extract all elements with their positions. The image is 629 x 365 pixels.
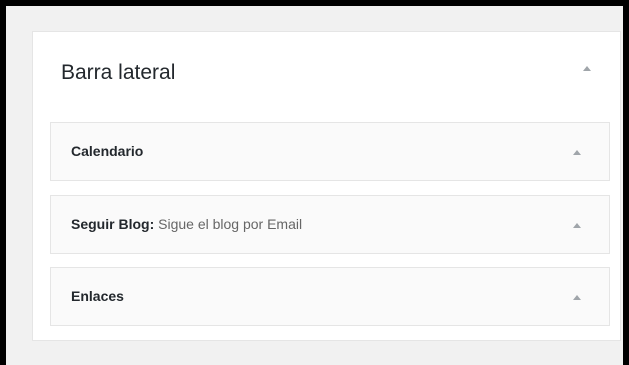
widget-toggle-arrow-icon[interactable]	[573, 150, 581, 155]
widget-title: Calendario	[71, 123, 143, 180]
widget-name: Calendario	[71, 143, 144, 159]
sidebar-collapse-arrow-icon[interactable]	[583, 66, 591, 71]
widget-seguir-blog[interactable]: Seguir Blog: Sigue el blog por Email	[50, 195, 610, 254]
widget-name: Enlaces	[71, 288, 124, 304]
widget-enlaces[interactable]: Enlaces	[50, 267, 610, 326]
widget-calendario[interactable]: Calendario	[50, 122, 610, 181]
sidebar-header[interactable]: Barra lateral	[33, 32, 620, 112]
widget-name: Seguir Blog	[71, 216, 150, 232]
widget-title: Seguir Blog: Sigue el blog por Email	[71, 196, 302, 253]
widget-toggle-arrow-icon[interactable]	[573, 223, 581, 228]
widget-toggle-arrow-icon[interactable]	[573, 295, 581, 300]
sidebar-panel: Barra lateral Calendario Seguir Blog: Si…	[32, 31, 621, 341]
widget-instance-title: Sigue el blog por Email	[154, 216, 303, 232]
sidebar-title: Barra lateral	[61, 61, 176, 84]
widget-title: Enlaces	[71, 268, 124, 325]
